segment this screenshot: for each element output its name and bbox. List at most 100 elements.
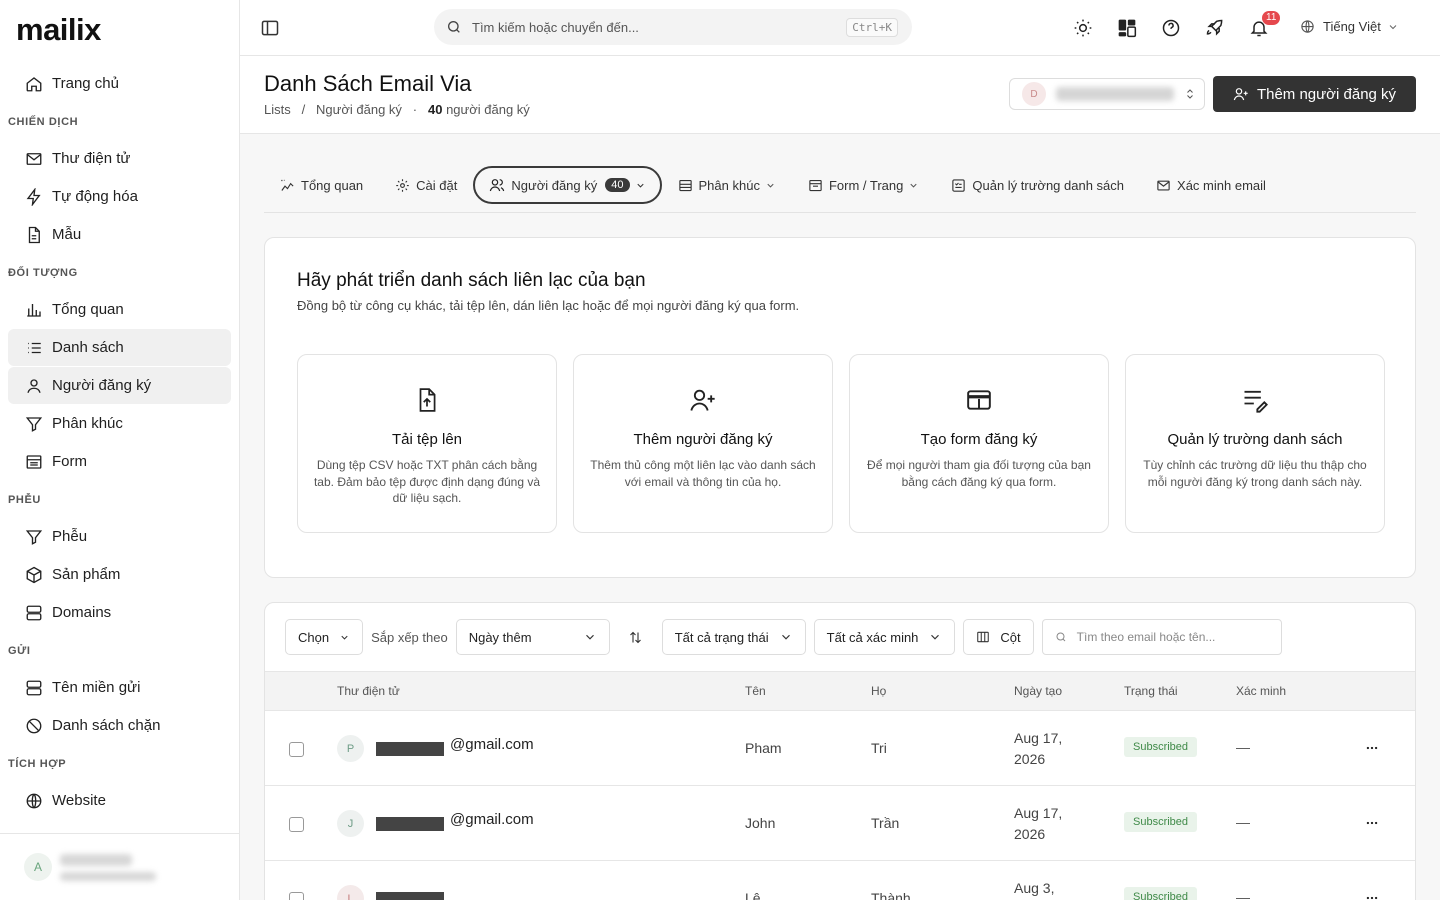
sidebar-item-sending-domains[interactable]: Tên miền gửi (8, 669, 231, 706)
home-icon (24, 74, 44, 94)
row-checkbox[interactable] (289, 742, 304, 757)
option-create-form[interactable]: Tạo form đăng ký Để mọi người tham gia đ… (849, 354, 1109, 533)
sidebar-item-products[interactable]: Sản phẩm (8, 556, 231, 593)
table-row[interactable]: J @gmail.com John Trần Aug 17, 2026 Subs… (265, 786, 1415, 861)
box-icon (24, 565, 44, 585)
option-add-subscriber[interactable]: Thêm người đăng ký Thêm thủ công một liê… (573, 354, 833, 533)
crumb-lists[interactable]: Lists (264, 102, 291, 117)
app-logo[interactable]: mailix (16, 12, 101, 48)
notifications-icon[interactable]: 11 (1248, 11, 1281, 39)
tab-segments[interactable]: Phân khúc (662, 166, 792, 204)
email-redacted (376, 892, 444, 900)
server-icon (24, 678, 44, 698)
table-row[interactable]: L Lê Thành Aug 3, 2026 Subscribed — (265, 861, 1415, 900)
browser-form-icon (964, 385, 994, 415)
sidebar-item-home[interactable]: Trang chủ (8, 65, 231, 102)
subscriber-count-label: người đăng ký (446, 102, 530, 117)
add-subscriber-button[interactable]: Thêm người đăng ký (1213, 76, 1416, 112)
verify-filter-label: Tất cả xác minh (826, 629, 919, 645)
dashboard-icon[interactable] (1116, 17, 1138, 39)
status-filter[interactable]: Tất cả trạng thái (661, 619, 806, 655)
option-manage-fields[interactable]: Quản lý trường danh sách Tùy chỉnh các t… (1125, 354, 1385, 533)
table-toolbar: Chọn Sắp xếp theo Ngày thêm Tất cả trạng… (285, 619, 1282, 655)
sidebar-item-subscribers[interactable]: Người đăng ký (8, 367, 231, 404)
tab-verify[interactable]: Xác minh email (1140, 166, 1282, 204)
activity-icon (280, 178, 295, 193)
option-title: Thêm người đăng ký (633, 431, 773, 448)
select-dropdown[interactable]: Chọn (285, 619, 364, 655)
table-row[interactable]: P @gmail.com Pham Tri Aug 17, 2026 Subsc… (265, 711, 1415, 786)
section-funnel: PHỄU (8, 493, 41, 506)
mail-check-icon (1156, 178, 1171, 193)
sidebar-item-templates[interactable]: Mẫu (8, 216, 231, 253)
theme-toggle-icon[interactable] (1072, 17, 1094, 39)
rocket-icon[interactable] (1204, 17, 1226, 39)
col-verify[interactable]: Xác minh (1236, 684, 1286, 698)
columns-label: Cột (1000, 629, 1021, 645)
tab-fields[interactable]: Quản lý trường danh sách (935, 166, 1140, 204)
option-upload-file[interactable]: Tải tệp lên Dùng tệp CSV hoặc TXT phân c… (297, 354, 557, 533)
sidebar-item-automation[interactable]: Tự động hóa (8, 178, 231, 215)
last-name: Tri (871, 740, 887, 756)
row-checkbox[interactable] (289, 892, 304, 900)
tab-forms[interactable]: Form / Trang (792, 166, 935, 204)
sidebar-item-emails[interactable]: Thư điện tử (8, 140, 231, 177)
sidebar-item-blocklist[interactable]: Danh sách chặn (8, 707, 231, 744)
avatar: J (337, 810, 364, 837)
language-selector[interactable]: Tiếng Việt (1300, 19, 1399, 34)
sidebar-toggle-icon[interactable] (260, 18, 280, 38)
row-checkbox[interactable] (289, 817, 304, 832)
last-name: Trần (871, 815, 900, 831)
email-redacted (376, 817, 444, 831)
tab-label: Xác minh email (1177, 177, 1266, 193)
tab-overview[interactable]: Tổng quan (264, 166, 379, 204)
help-icon[interactable] (1160, 17, 1182, 39)
sidebar-item-label: Danh sách chặn (52, 717, 161, 734)
col-created[interactable]: Ngày tạo (1014, 684, 1062, 698)
table-search-placeholder: Tìm theo email hoặc tên... (1076, 630, 1216, 644)
option-title: Quản lý trường danh sách (1167, 431, 1343, 448)
col-status[interactable]: Trạng thái (1124, 684, 1178, 698)
table-search-input[interactable]: Tìm theo email hoặc tên... (1041, 619, 1282, 655)
account-menu[interactable]: A (0, 833, 239, 900)
server-icon (24, 603, 44, 623)
col-last-name[interactable]: Họ (871, 684, 886, 698)
sidebar-item-website[interactable]: Website (8, 782, 231, 819)
sidebar: mailix Trang chủ CHIẾN DỊCH Thư điện tử … (0, 0, 240, 900)
created-date: Aug 17, 2026 (1014, 805, 1063, 842)
email-domain[interactable]: @gmail.com (450, 811, 534, 828)
sort-dropdown[interactable]: Ngày thêm (455, 619, 610, 655)
sidebar-item-domains[interactable]: Domains (8, 594, 231, 631)
email-domain[interactable]: @gmail.com (450, 736, 534, 753)
sort-direction-icon[interactable] (618, 619, 654, 655)
more-icon[interactable] (1365, 891, 1379, 900)
select-label: Chọn (298, 629, 330, 645)
sidebar-item-lists[interactable]: Danh sách (8, 329, 231, 366)
sidebar-item-overview[interactable]: Tổng quan (8, 291, 231, 328)
list-selector[interactable]: D (1009, 78, 1205, 110)
status-badge: Subscribed (1124, 887, 1198, 900)
account-name-redacted (60, 853, 156, 881)
verify-filter[interactable]: Tất cả xác minh (813, 619, 956, 655)
sidebar-item-forms[interactable]: Form (8, 443, 231, 480)
grow-list-card: Hãy phát triển danh sách liên lạc của bạ… (264, 237, 1416, 578)
more-icon[interactable] (1365, 741, 1379, 755)
col-first-name[interactable]: Tên (745, 684, 766, 698)
more-icon[interactable] (1365, 816, 1379, 830)
tab-settings[interactable]: Cài đặt (379, 166, 473, 204)
globe-icon (24, 791, 44, 811)
col-email[interactable]: Thư điện tử (337, 684, 400, 698)
tab-label: Người đăng ký (511, 177, 598, 193)
sidebar-item-segments[interactable]: Phân khúc (8, 405, 231, 442)
tab-subscribers[interactable]: Người đăng ký 40 (473, 166, 662, 204)
global-search[interactable]: Tìm kiếm hoặc chuyển đến... Ctrl+K (434, 9, 912, 45)
sidebar-item-funnels[interactable]: Phễu (8, 518, 231, 555)
filter-icon (24, 414, 44, 434)
chevron-down-icon (779, 630, 793, 644)
columns-button[interactable]: Cột (963, 619, 1034, 655)
chevron-down-icon (765, 180, 776, 191)
option-desc: Để mọi người tham gia đối tượng của bạn … (867, 458, 1091, 489)
first-name: Pham (745, 740, 782, 756)
user-icon (24, 376, 44, 396)
section-audience: ĐỐI TƯỢNG (8, 266, 78, 279)
